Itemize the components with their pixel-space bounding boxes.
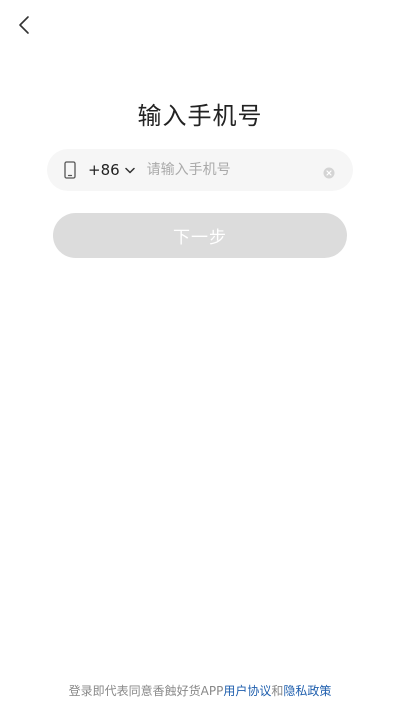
privacy-policy-link[interactable]: 隐私政策 [283, 684, 331, 698]
mobile-phone-icon [64, 161, 76, 179]
chevron-left-icon [19, 16, 29, 34]
clear-button[interactable] [323, 164, 335, 179]
page-title: 输入手机号 [137, 102, 263, 130]
next-step-button[interactable]: 下一步 [53, 213, 347, 258]
agreement-prefix: 登录即代表同意香蝕好货APP [68, 684, 224, 698]
phone-number-input[interactable] [144, 161, 309, 179]
country-code: +86 [88, 161, 120, 179]
agreement-connector: 和 [271, 684, 284, 698]
chevron-down-icon [124, 167, 135, 173]
clear-icon [323, 167, 335, 179]
country-code-selector[interactable]: +86 [88, 161, 135, 179]
phone-input-group: +86 [47, 149, 353, 191]
back-button[interactable] [14, 14, 36, 36]
user-agreement-link[interactable]: 用户协议 [223, 684, 271, 698]
agreement-text: 登录即代表同意香蝕好货APP用户协议和隐私政策 [0, 682, 400, 699]
